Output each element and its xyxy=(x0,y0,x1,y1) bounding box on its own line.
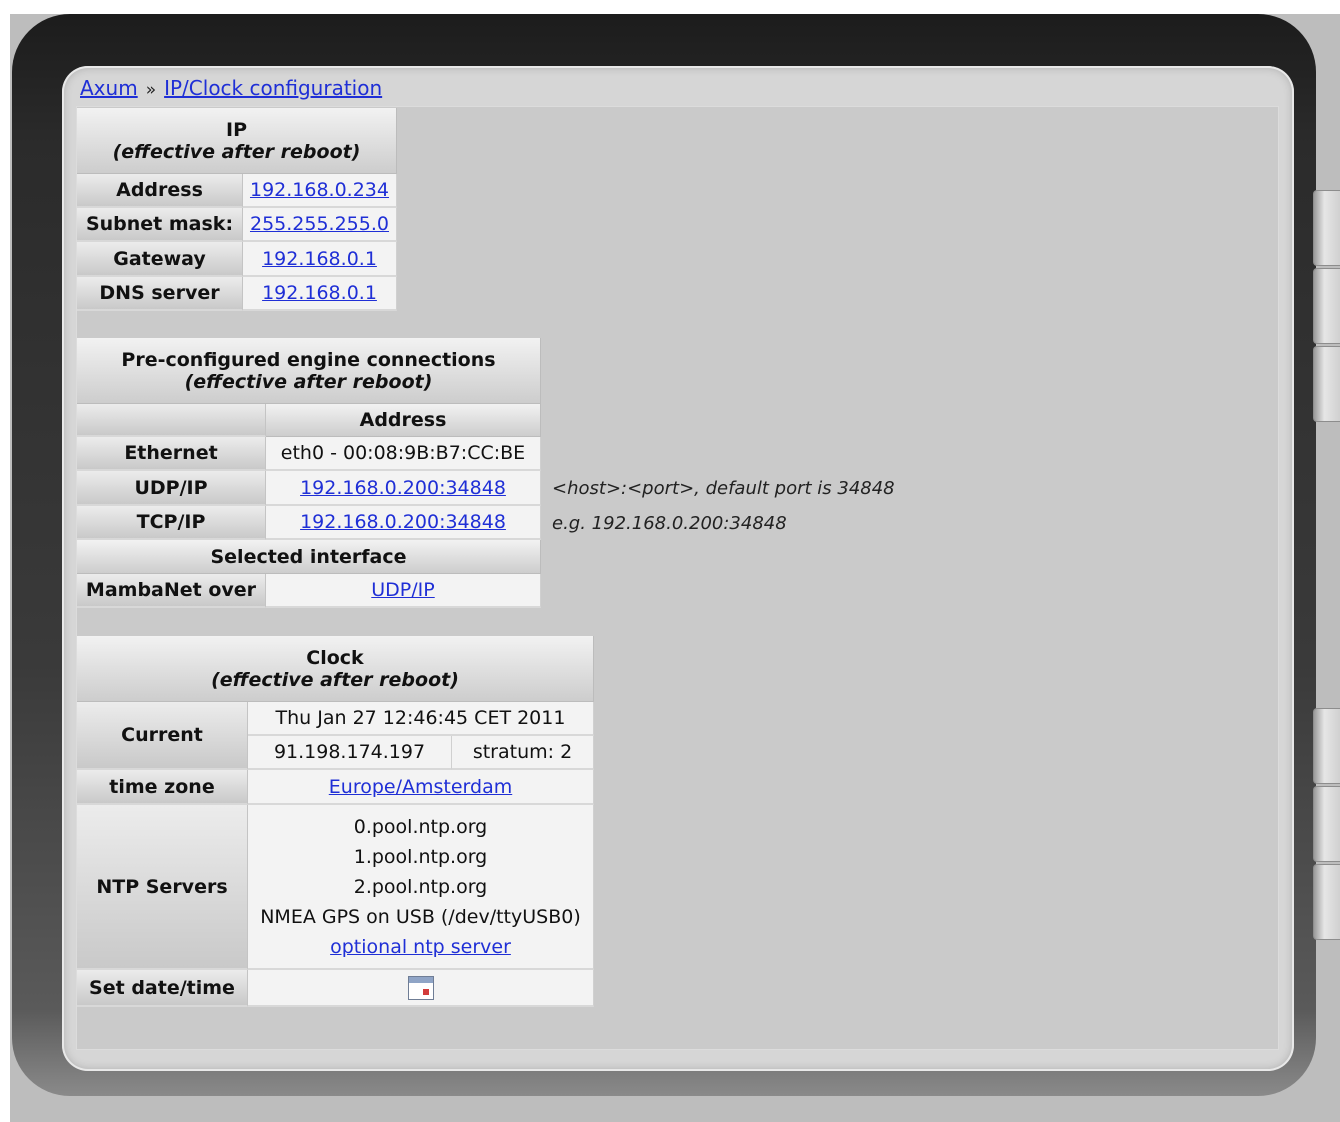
dns-server-label: DNS server xyxy=(77,277,243,311)
timezone-value-cell: Europe/Amsterdam xyxy=(248,770,594,805)
breadcrumb-home-link[interactable]: Axum xyxy=(80,76,138,100)
clock-table: Clock (effective after reboot) Current T… xyxy=(77,636,594,1007)
udp-hint: <host>:<port>, default port is 34848 xyxy=(552,478,895,499)
tcp-value-cell: 192.168.0.200:34848 xyxy=(266,506,541,540)
engine-subtitle: (effective after reboot) xyxy=(184,370,433,393)
ip-title: IP xyxy=(226,118,247,141)
ntp-server-item: NMEA GPS on USB (/dev/ttyUSB0) xyxy=(260,905,581,928)
set-date-time-label: Set date/time xyxy=(77,970,248,1007)
tcp-address-link[interactable]: 192.168.0.200:34848 xyxy=(300,511,506,533)
breadcrumb-separator: » xyxy=(145,80,157,100)
mambanet-label: MambaNet over xyxy=(77,574,266,608)
address-value-cell: 192.168.0.234 xyxy=(243,174,397,208)
udp-address-link[interactable]: 192.168.0.200:34848 xyxy=(300,477,506,499)
set-date-time-cell xyxy=(248,970,594,1007)
ip-header: IP (effective after reboot) xyxy=(77,108,397,174)
clock-subtitle: (effective after reboot) xyxy=(211,668,459,691)
ip-subtitle: (effective after reboot) xyxy=(112,140,361,163)
timezone-label: time zone xyxy=(77,770,248,805)
optional-ntp-server-link[interactable]: optional ntp server xyxy=(330,936,511,958)
engine-blank-header xyxy=(77,404,266,437)
ethernet-label: Ethernet xyxy=(77,437,266,471)
current-stratum: stratum: 2 xyxy=(452,736,594,770)
breadcrumb: Axum » IP/Clock configuration xyxy=(80,76,382,100)
dns-server-link[interactable]: 192.168.0.1 xyxy=(262,282,377,304)
engine-header: Pre-configured engine connections (effec… xyxy=(77,338,541,404)
current-label: Current xyxy=(77,702,248,770)
gateway-value-cell: 192.168.0.1 xyxy=(243,242,397,277)
ntp-server-item: 0.pool.ntp.org xyxy=(353,815,488,838)
subnet-mask-link[interactable]: 255.255.255.0 xyxy=(250,213,389,235)
engine-title: Pre-configured engine connections xyxy=(121,348,496,371)
ntp-server-item: 1.pool.ntp.org xyxy=(353,845,488,868)
ip-table: IP (effective after reboot) Address 192.… xyxy=(77,108,397,311)
tcp-label: TCP/IP xyxy=(77,506,266,540)
side-tab xyxy=(1313,268,1340,344)
current-server: 91.198.174.197 xyxy=(248,736,452,770)
udp-label: UDP/IP xyxy=(77,471,266,506)
side-tab xyxy=(1313,346,1340,422)
breadcrumb-current-link[interactable]: IP/Clock configuration xyxy=(164,76,382,100)
side-tab xyxy=(1313,864,1340,940)
dns-server-value-cell: 192.168.0.1 xyxy=(243,277,397,311)
side-tab xyxy=(1313,190,1340,266)
clock-header: Clock (effective after reboot) xyxy=(77,636,594,702)
ntp-servers-list: 0.pool.ntp.org 1.pool.ntp.org 2.pool.ntp… xyxy=(248,805,594,970)
subnet-mask-value-cell: 255.255.255.0 xyxy=(243,208,397,242)
address-label: Address xyxy=(77,174,243,208)
selected-interface-header: Selected interface xyxy=(77,540,541,574)
ethernet-value: eth0 - 00:08:9B:B7:CC:BE xyxy=(266,437,541,471)
side-tab xyxy=(1313,786,1340,862)
timezone-link[interactable]: Europe/Amsterdam xyxy=(329,776,512,798)
address-column-header: Address xyxy=(266,404,541,437)
ntp-server-item: 2.pool.ntp.org xyxy=(353,875,488,898)
mambanet-interface-link[interactable]: UDP/IP xyxy=(371,579,434,601)
udp-value-cell: 192.168.0.200:34848 xyxy=(266,471,541,506)
address-link[interactable]: 192.168.0.234 xyxy=(250,179,389,201)
tcp-hint: e.g. 192.168.0.200:34848 xyxy=(552,513,787,534)
gateway-label: Gateway xyxy=(77,242,243,277)
side-tab xyxy=(1313,708,1340,784)
current-time: Thu Jan 27 12:46:45 CET 2011 xyxy=(248,702,594,736)
calendar-icon[interactable] xyxy=(407,975,434,1000)
ntp-servers-label: NTP Servers xyxy=(77,805,248,970)
subnet-mask-label: Subnet mask: xyxy=(77,208,243,242)
clock-title: Clock xyxy=(306,646,364,669)
mambanet-value-cell: UDP/IP xyxy=(266,574,541,608)
gateway-link[interactable]: 192.168.0.1 xyxy=(262,248,377,270)
engine-table: Pre-configured engine connections (effec… xyxy=(77,338,541,608)
